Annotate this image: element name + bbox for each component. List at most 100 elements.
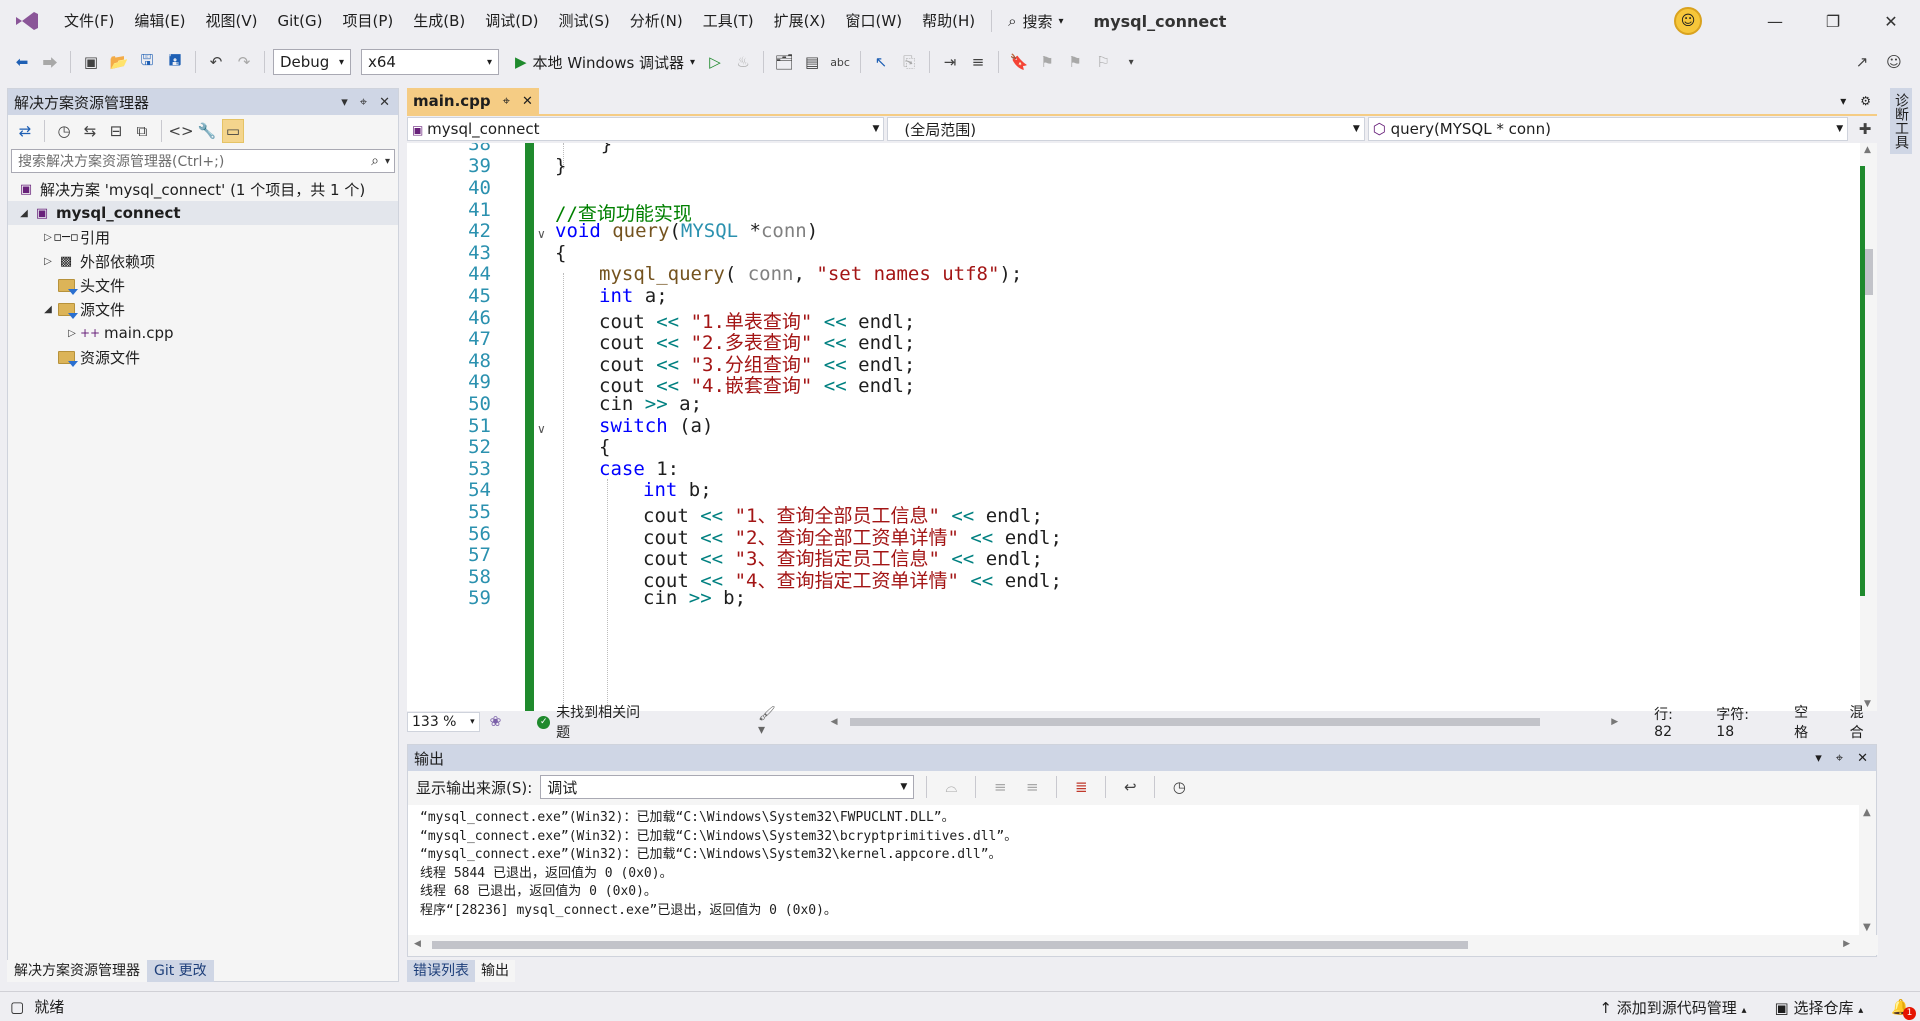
expanded-chevron-icon[interactable]: ◢ [16, 208, 32, 219]
add-to-source-control-button[interactable]: ↑ 添加到源代码管理 ▴ [1599, 997, 1746, 1018]
menu-analyze[interactable]: 分析(N) [620, 0, 693, 42]
scrollbar-thumb[interactable] [432, 941, 1468, 949]
menu-project[interactable]: 项目(P) [333, 0, 404, 42]
minimize-button[interactable]: — [1746, 0, 1804, 42]
pin-icon[interactable]: ⌖ [503, 94, 510, 109]
chevron-down-icon[interactable]: ▾ [385, 156, 390, 167]
tab-error-list[interactable]: 错误列表 [407, 960, 475, 982]
copy-icon[interactable]: ⎘ [897, 50, 921, 74]
preview-icon[interactable]: ▭ [222, 119, 244, 143]
find-message-icon[interactable]: ⌓ [939, 775, 963, 799]
menu-edit[interactable]: 编辑(E) [124, 0, 195, 42]
member-combo[interactable]: ⬡ query(MYSQL * conn) ▼ [1367, 117, 1849, 141]
tree-item-external-dependencies[interactable]: ▷ ▩ 外部依赖项 [8, 249, 398, 273]
menu-extensions[interactable]: 扩展(X) [764, 0, 836, 42]
timestamp-icon[interactable]: ◷ [1167, 775, 1191, 799]
pin-icon[interactable]: ⌖ [360, 95, 367, 110]
tab-output[interactable]: 输出 [475, 960, 515, 982]
avatar[interactable]: ☺ [1674, 7, 1702, 35]
chevron-down-icon[interactable]: ▾ [341, 95, 348, 110]
browse-icon[interactable]: 🗂 [772, 50, 796, 74]
new-project-icon[interactable]: ▣ [79, 50, 103, 74]
code-editor[interactable]: 38 39 40 41 42 43 44 45 46 47 48 49 50 5… [407, 143, 1860, 711]
bookmark-icon[interactable]: 🔖 [1007, 50, 1031, 74]
tree-item-references[interactable]: ▷ ▫─▫ 引用 [8, 225, 398, 249]
feedback-icon[interactable]: ☺ [1882, 50, 1906, 74]
prev-bookmark-icon[interactable]: ⚑ [1035, 50, 1059, 74]
menu-debug[interactable]: 调试(D) [475, 0, 548, 42]
menu-file[interactable]: 文件(F) [54, 0, 124, 42]
clear-bookmarks-icon[interactable]: ⚐ [1091, 50, 1115, 74]
menu-view[interactable]: 视图(V) [196, 0, 268, 42]
sync-icon[interactable]: ⇆ [79, 119, 101, 143]
show-all-files-icon[interactable]: ⧉ [131, 119, 153, 143]
hot-reload-icon[interactable]: ♨ [731, 50, 755, 74]
properties-icon[interactable]: 🔧 [196, 119, 218, 143]
configuration-select[interactable]: Debug ▾ [273, 49, 351, 75]
scroll-right-icon[interactable]: ▶ [1843, 939, 1850, 949]
zoom-select[interactable]: 133 % ▾ [407, 712, 480, 732]
scope-combo[interactable]: (全局范围) ▼ [887, 117, 1365, 141]
solution-search-input[interactable]: 搜索解决方案资源管理器(Ctrl+;) ⌕ ▾ [11, 149, 395, 173]
history-icon[interactable]: ◷ [53, 119, 75, 143]
select-icon[interactable]: ↖ [869, 50, 893, 74]
scroll-right-icon[interactable]: ▶ [1611, 717, 1618, 727]
cleanup-icon[interactable]: 🖌 ▾ [758, 706, 787, 738]
share-icon[interactable]: ↗ [1850, 50, 1874, 74]
output-vertical-scrollbar[interactable]: ▲ ▼ [1859, 805, 1876, 935]
word-wrap-icon[interactable]: ↩ [1118, 775, 1142, 799]
project-combo[interactable]: ▣ mysql_connect ▼ [407, 117, 885, 141]
tree-item-main-cpp[interactable]: ▷ ++ main.cpp [8, 321, 398, 345]
tree-item-solution[interactable]: ▣ 解决方案 'mysql_connect' (1 个项目，共 1 个) [8, 177, 398, 201]
tab-git-changes[interactable]: Git 更改 [147, 960, 214, 982]
undo-icon[interactable]: ↶ [204, 50, 228, 74]
start-debugging-button[interactable]: ▶ 本地 Windows 调试器 ▾ [511, 52, 699, 73]
tab-diagnostic-tools[interactable]: 诊断工具 [1890, 88, 1912, 154]
tab-main-cpp[interactable]: main.cpp ⌖ ✕ [407, 88, 539, 114]
next-message-icon[interactable]: ≡ [1020, 775, 1044, 799]
start-without-debugging-icon[interactable]: ▷ [703, 50, 727, 74]
collapse-chevron-icon[interactable]: ∨ [537, 422, 546, 436]
issues-indicator[interactable]: ✓ 未找到相关问题 [537, 702, 652, 742]
output-text-area[interactable]: “mysql_connect.exe”(Win32)：已加载“C:\Window… [408, 805, 1861, 935]
menu-test[interactable]: 测试(S) [549, 0, 620, 42]
layout-icon[interactable]: ▤ [800, 50, 824, 74]
chevron-down-icon[interactable]: ▾ [1840, 94, 1846, 108]
tree-item-project[interactable]: ◢ ▣ mysql_connect [8, 201, 398, 225]
scroll-up-icon[interactable]: ▲ [1864, 145, 1871, 155]
menu-help[interactable]: 帮助(H) [912, 0, 985, 42]
collapsed-chevron-icon[interactable]: ▷ [64, 328, 80, 339]
back-icon[interactable]: ⬅ [10, 50, 34, 74]
gear-icon[interactable]: ⚙ [1860, 94, 1871, 108]
output-horizontal-scrollbar[interactable]: ◀ ▶ [408, 935, 1878, 955]
toolbar-overflow-icon[interactable]: ▾ [1119, 50, 1143, 74]
search-icon[interactable]: ⌕ [371, 153, 379, 169]
scroll-down-icon[interactable]: ▼ [1863, 922, 1871, 933]
open-folder-icon[interactable]: 📂 [107, 50, 131, 74]
collapse-chevron-icon[interactable]: ∨ [537, 227, 546, 241]
search-button[interactable]: ⌕ 搜索 ▾ [998, 11, 1073, 32]
close-icon[interactable]: ✕ [522, 94, 533, 109]
tree-item-source-files[interactable]: ◢ 源文件 [8, 297, 398, 321]
redo-icon[interactable]: ↷ [232, 50, 256, 74]
close-window-button[interactable]: ✕ [1862, 0, 1920, 42]
scrollbar-thumb[interactable] [849, 718, 1540, 726]
clear-all-icon[interactable]: ≣ [1069, 775, 1093, 799]
intellicode-icon[interactable]: ❀ [490, 714, 502, 730]
menu-build[interactable]: 生成(B) [403, 0, 475, 42]
tab-solution-explorer[interactable]: 解决方案资源管理器 [7, 960, 147, 982]
switch-views-icon[interactable]: ⇄ [14, 119, 36, 143]
select-repository-button[interactable]: ▣ 选择仓库 ▴ [1775, 997, 1864, 1018]
indent-icon[interactable]: ⇥ [938, 50, 962, 74]
menu-tools[interactable]: 工具(T) [693, 0, 764, 42]
scroll-left-icon[interactable]: ◀ [831, 717, 838, 727]
close-icon[interactable]: ✕ [379, 95, 390, 110]
chevron-down-icon[interactable]: ▾ [1815, 751, 1822, 766]
collapse-all-icon[interactable]: ⊟ [105, 119, 127, 143]
editor-horizontal-scrollbar[interactable] [838, 711, 1612, 733]
expanded-chevron-icon[interactable]: ◢ [40, 304, 56, 315]
platform-select[interactable]: x64 ▾ [361, 49, 499, 75]
pin-icon[interactable]: ⌖ [1836, 751, 1843, 766]
view-code-icon[interactable]: <> [168, 119, 193, 143]
output-source-select[interactable]: 调试 ▼ [540, 775, 915, 799]
